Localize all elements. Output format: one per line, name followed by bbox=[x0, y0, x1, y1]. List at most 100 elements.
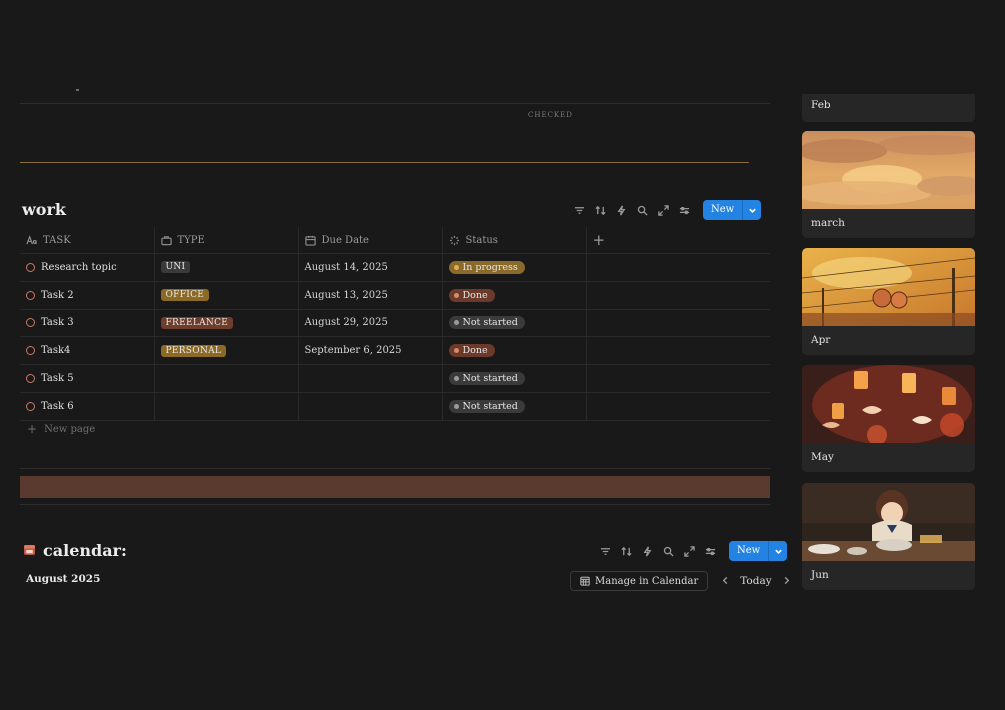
due-date-cell[interactable] bbox=[297, 364, 442, 393]
manage-in-calendar-button[interactable]: Manage in Calendar bbox=[570, 571, 709, 591]
text-type-icon bbox=[26, 234, 37, 246]
chevron-left-icon[interactable] bbox=[721, 575, 730, 588]
settings-sliders-icon[interactable] bbox=[678, 204, 691, 217]
cropped-text-fragment bbox=[63, 88, 83, 92]
chevron-right-icon[interactable] bbox=[782, 575, 791, 588]
table-row[interactable]: Task 2 OFFICE August 13, 2025 Done bbox=[20, 281, 770, 310]
table-row[interactable]: Task4 PERSONAL September 6, 2025 Done bbox=[20, 336, 770, 366]
manage-label: Manage in Calendar bbox=[595, 575, 699, 587]
status-cell[interactable]: Not started bbox=[441, 364, 586, 393]
gallery-card-march[interactable]: march bbox=[802, 131, 975, 238]
column-header-status[interactable]: Status bbox=[441, 227, 586, 254]
status-cell[interactable]: In progress bbox=[441, 253, 586, 282]
girl-eating-image bbox=[802, 483, 975, 561]
table-row[interactable]: Task 3 FREELANCE August 29, 2025 Not starte… bbox=[20, 309, 770, 338]
status-cell[interactable]: Done bbox=[441, 336, 586, 366]
type-cell[interactable]: UNI bbox=[153, 253, 298, 282]
search-icon[interactable] bbox=[636, 204, 649, 217]
due-date-cell[interactable]: August 29, 2025 bbox=[297, 309, 442, 338]
plus-icon[interactable]: + bbox=[593, 231, 606, 249]
empty-cell bbox=[585, 309, 770, 338]
table-row[interactable]: Task 6 Not started bbox=[20, 392, 770, 421]
column-header-type[interactable]: TYPE bbox=[153, 227, 298, 254]
gallery-card-label: march bbox=[811, 217, 845, 229]
automation-bolt-icon[interactable] bbox=[615, 204, 628, 217]
task-cell[interactable]: Task 2 bbox=[20, 281, 154, 310]
expand-icon[interactable] bbox=[657, 204, 670, 217]
type-cell[interactable] bbox=[153, 392, 298, 421]
type-cell[interactable]: FREELANCE bbox=[153, 309, 298, 338]
sort-icon[interactable] bbox=[594, 204, 607, 217]
due-date-cell[interactable]: August 14, 2025 bbox=[297, 253, 442, 282]
type-cell[interactable]: OFFICE bbox=[153, 281, 298, 310]
empty-cell bbox=[585, 392, 770, 421]
status-cell[interactable]: Not started bbox=[441, 309, 586, 338]
status-dot-icon bbox=[453, 320, 459, 326]
gallery-card-jun[interactable]: Jun bbox=[802, 483, 975, 590]
gallery-card-label: Jun bbox=[811, 569, 829, 581]
status-dot-icon bbox=[453, 264, 459, 270]
task-status-circle-icon[interactable] bbox=[26, 401, 35, 411]
column-label: TYPE bbox=[177, 234, 205, 246]
expand-icon[interactable] bbox=[683, 545, 696, 558]
automation-bolt-icon[interactable] bbox=[641, 545, 654, 558]
filter-icon[interactable] bbox=[599, 545, 612, 558]
task-status-circle-icon[interactable] bbox=[26, 374, 35, 384]
due-date-value: August 29, 2025 bbox=[304, 317, 388, 329]
due-date-value: August 13, 2025 bbox=[304, 289, 388, 301]
today-button[interactable]: Today bbox=[740, 575, 771, 587]
table-row[interactable]: Research topic UNI August 14, 2025 In progr… bbox=[20, 253, 770, 282]
status-label: Not started bbox=[462, 373, 518, 385]
new-page-row[interactable]: + New page bbox=[27, 422, 95, 436]
calendar-new-button[interactable]: New bbox=[729, 541, 788, 561]
status-dot-icon bbox=[453, 403, 459, 409]
task-cell[interactable]: Task 3 bbox=[20, 309, 154, 338]
add-property-column[interactable]: + bbox=[585, 227, 770, 254]
due-date-cell[interactable]: August 13, 2025 bbox=[297, 281, 442, 310]
due-date-cell[interactable]: September 6, 2025 bbox=[297, 336, 442, 366]
type-cell[interactable]: PERSONAL bbox=[153, 336, 298, 366]
calendar-icon bbox=[23, 543, 36, 559]
search-icon[interactable] bbox=[662, 545, 675, 558]
empty-cell bbox=[585, 281, 770, 310]
section-divider bbox=[20, 504, 770, 505]
task-cell[interactable]: Research topic bbox=[20, 253, 154, 282]
column-header-due-date[interactable]: Due Date bbox=[297, 227, 442, 254]
type-tag: PERSONAL bbox=[160, 344, 227, 357]
type-tag: OFFICE bbox=[160, 289, 210, 302]
chevron-down-icon[interactable] bbox=[742, 200, 761, 220]
sort-icon[interactable] bbox=[620, 545, 633, 558]
type-cell[interactable] bbox=[153, 364, 298, 393]
filter-icon[interactable] bbox=[573, 204, 586, 217]
work-toolbar: New bbox=[573, 200, 762, 220]
task-status-circle-icon[interactable] bbox=[26, 290, 35, 300]
empty-cell bbox=[585, 253, 770, 282]
gallery-card-may[interactable]: May bbox=[802, 365, 975, 472]
column-header-task[interactable]: TASK bbox=[20, 227, 154, 254]
chevron-down-icon[interactable] bbox=[768, 541, 787, 561]
briefcase-icon bbox=[160, 235, 172, 246]
status-cell[interactable]: Done bbox=[441, 281, 586, 310]
status-cell[interactable]: Not started bbox=[441, 392, 586, 421]
gallery-card-apr[interactable]: Apr bbox=[802, 248, 975, 355]
calendar-heading: calendar: bbox=[23, 541, 127, 560]
task-cell[interactable]: Task 6 bbox=[20, 392, 154, 421]
task-cell[interactable]: Task4 bbox=[20, 336, 154, 366]
calendar-icon bbox=[304, 235, 316, 246]
task-status-circle-icon[interactable] bbox=[26, 318, 35, 328]
task-cell[interactable]: Task 5 bbox=[20, 364, 154, 393]
gallery-card-feb[interactable]: Feb bbox=[802, 94, 975, 122]
empty-cell bbox=[585, 364, 770, 393]
type-tag: FREELANCE bbox=[160, 316, 234, 329]
task-status-circle-icon[interactable] bbox=[26, 346, 35, 356]
task-status-circle-icon[interactable] bbox=[26, 262, 35, 272]
status-badge: Done bbox=[448, 344, 495, 358]
due-date-cell[interactable] bbox=[297, 392, 442, 421]
table-row[interactable]: Task 5 Not started bbox=[20, 364, 770, 393]
checked-column-header: CHECKED bbox=[528, 111, 573, 119]
column-label: Due Date bbox=[321, 234, 369, 246]
work-title: work bbox=[22, 200, 66, 219]
settings-sliders-icon[interactable] bbox=[704, 545, 717, 558]
column-label: Status bbox=[465, 234, 498, 246]
work-new-button[interactable]: New bbox=[703, 200, 762, 220]
